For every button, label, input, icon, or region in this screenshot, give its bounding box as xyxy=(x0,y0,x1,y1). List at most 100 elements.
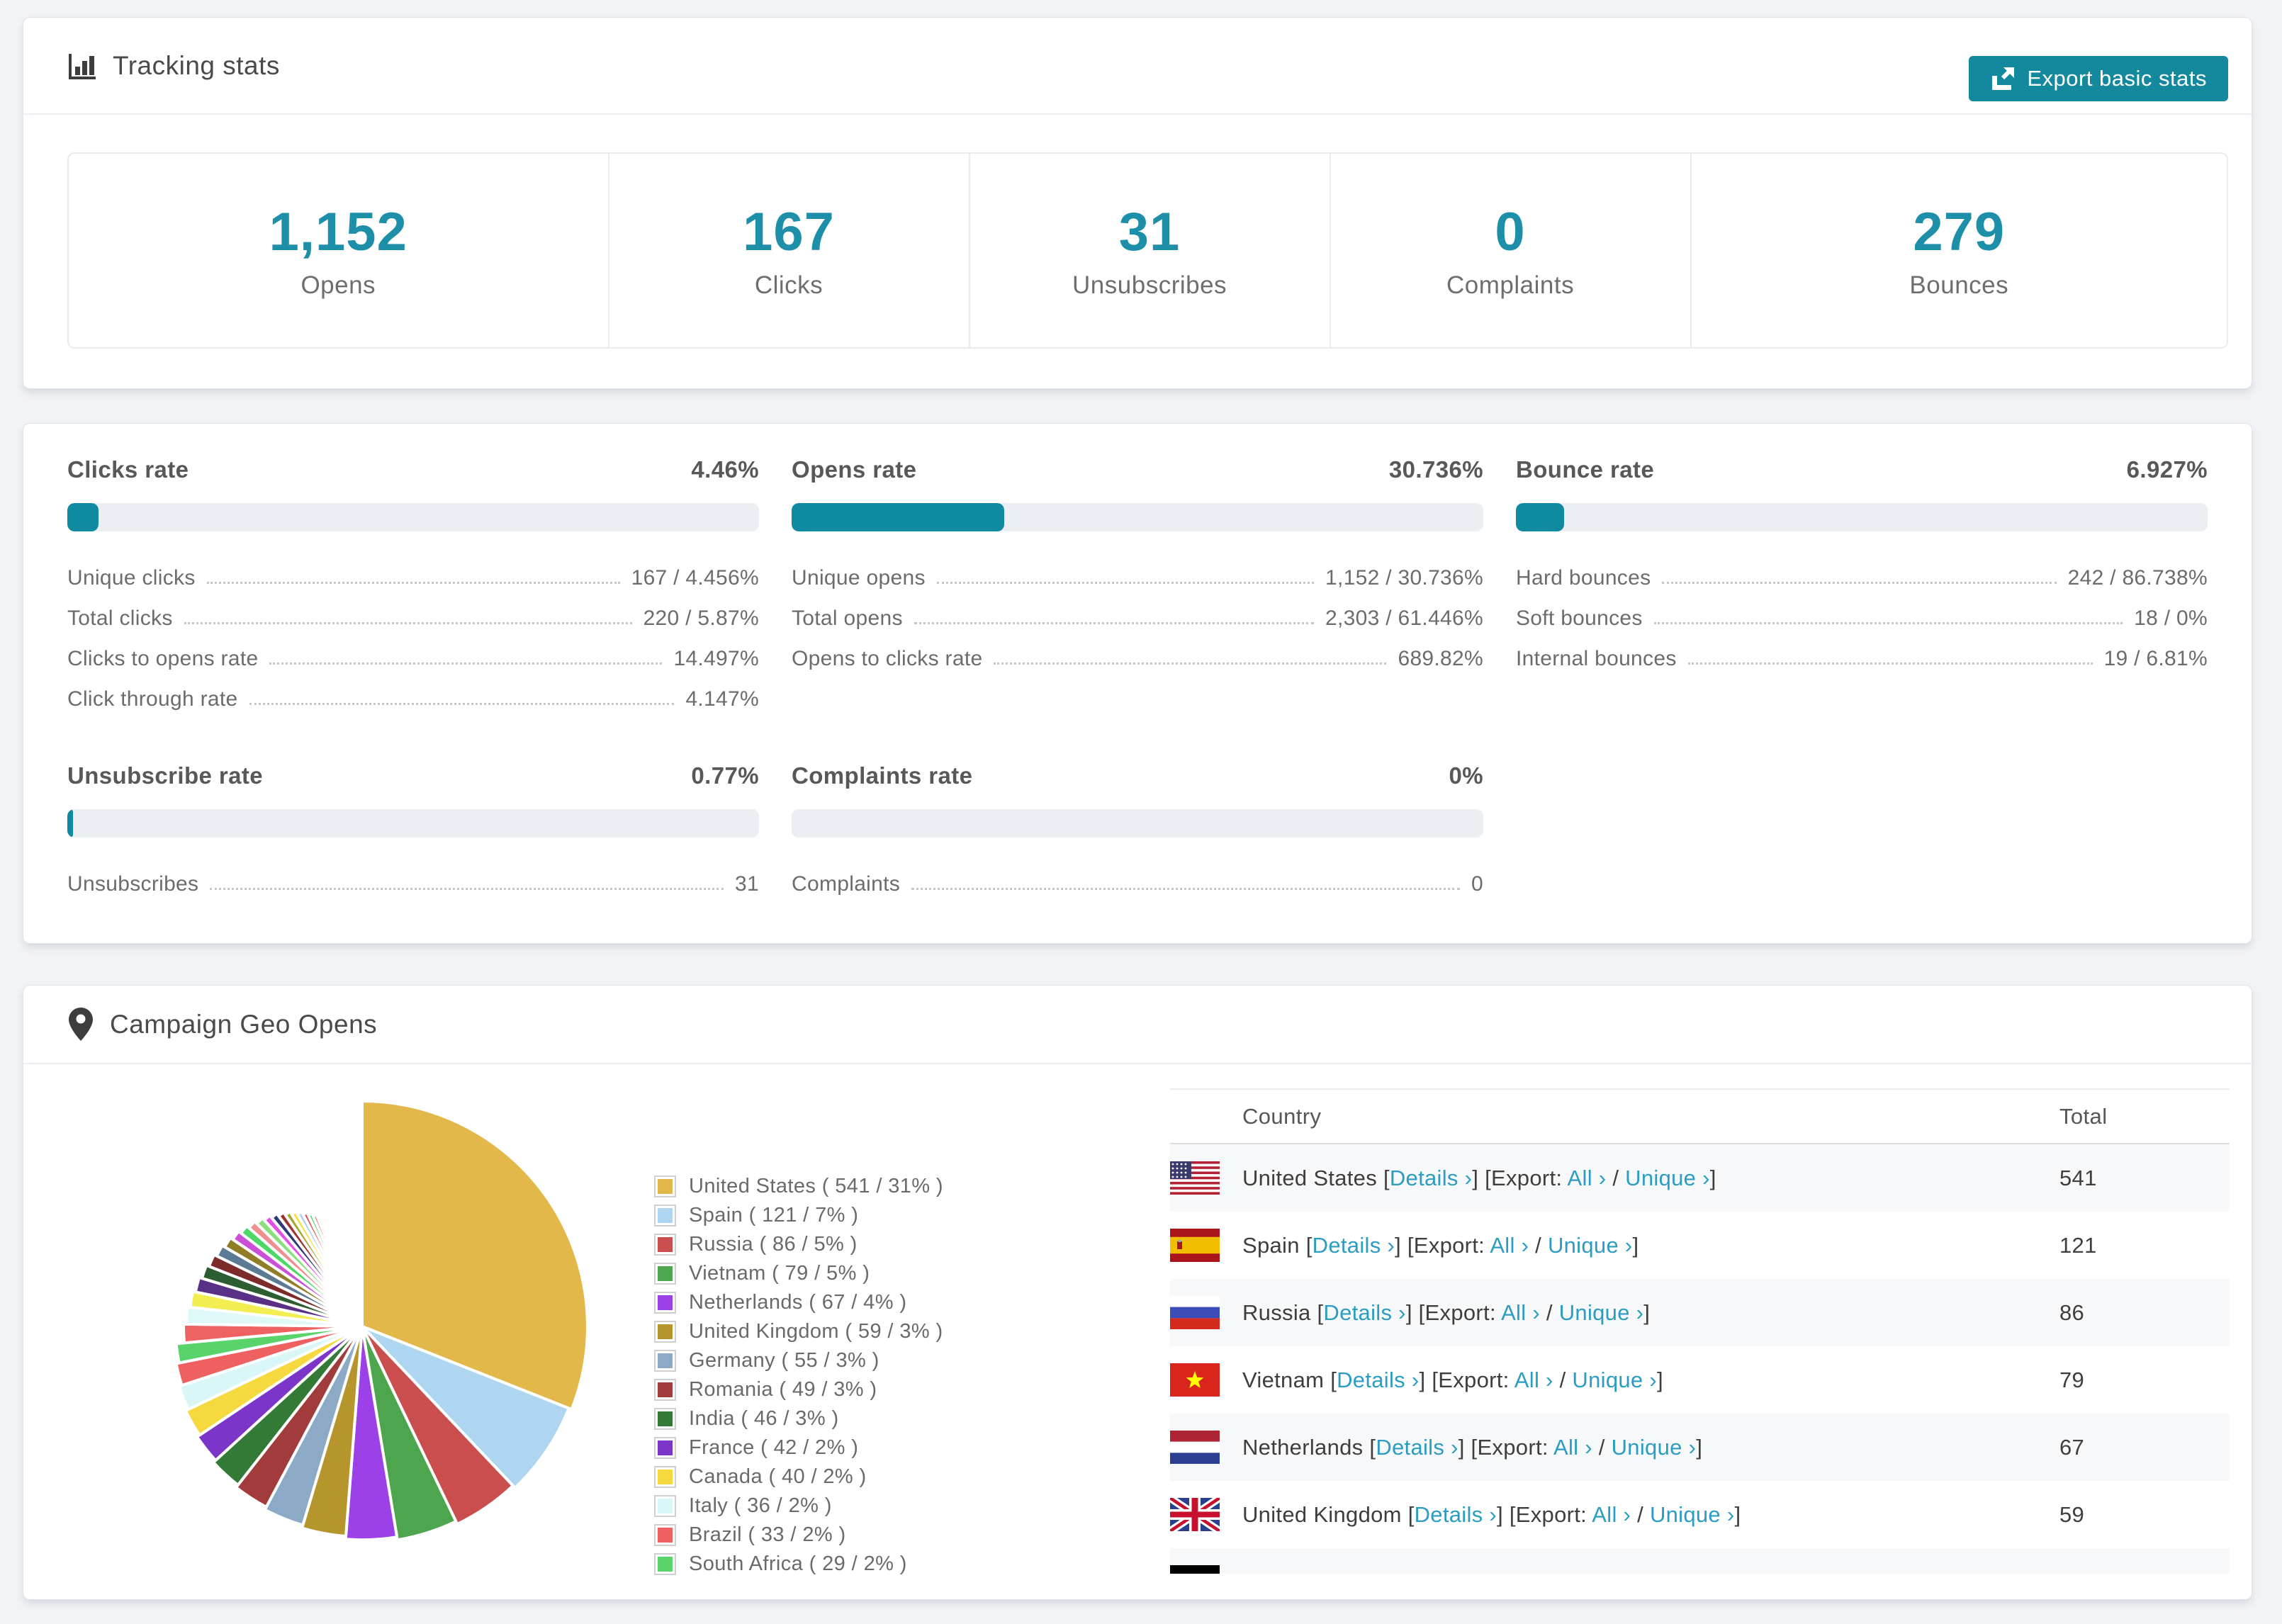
campaign-geo-opens-card: Campaign Geo Opens United States ( 541 /… xyxy=(23,985,2252,1600)
export-text: [Export: xyxy=(1407,1232,1490,1258)
legend-swatch xyxy=(654,1263,676,1285)
legend-label: South Africa ( 29 / 2% ) xyxy=(689,1552,907,1575)
geo-table-rows: United States [Details ›] [Export: All ›… xyxy=(1170,1144,2230,1574)
table-row-ru: Russia [Details ›] [Export: All › / Uniq… xyxy=(1170,1279,2230,1346)
rate-block: Opens rate 30.736% Unique opens 1,152 / 30.… xyxy=(792,456,1483,711)
details-link[interactable]: Details › xyxy=(1376,1435,1458,1460)
stat-value: 14.497% xyxy=(673,647,759,670)
stat-row: Unique opens 1,152 / 30.736% xyxy=(792,550,1483,590)
bracket: ] xyxy=(1643,1299,1651,1325)
legend-label: France ( 42 / 2% ) xyxy=(689,1436,859,1459)
details-link[interactable]: Details › xyxy=(1323,1300,1405,1325)
export-all-link[interactable]: All › xyxy=(1501,1300,1540,1325)
country-cell: Germany [Details ›] [Export: All › / Uni… xyxy=(1242,1569,2059,1574)
legend-swatch xyxy=(654,1234,676,1256)
table-row-vn: Vietnam [Details ›] [Export: All › / Uni… xyxy=(1170,1346,2230,1414)
stat-label: Soft bounces xyxy=(1516,607,1643,630)
export-unique-link[interactable]: Unique › xyxy=(1650,1502,1735,1527)
summary-label: Clicks xyxy=(754,271,824,299)
stat-row: Unique clicks 167 / 4.456% xyxy=(67,550,759,590)
dotted-leader xyxy=(184,622,632,624)
legend-swatch xyxy=(654,1175,676,1197)
export-unique-link[interactable]: Unique › xyxy=(1625,1166,1710,1190)
legend-item: India ( 46 / 3% ) xyxy=(654,1404,943,1433)
rate-progress-fill xyxy=(67,503,99,531)
export-unique-link[interactable]: Unique › xyxy=(1559,1300,1644,1325)
export-text: [Export: xyxy=(1418,1299,1502,1325)
export-text: [Export: xyxy=(1432,1367,1514,1392)
legend-item: Russia ( 86 / 5% ) xyxy=(654,1230,943,1259)
dotted-leader xyxy=(249,703,675,705)
tracking-stats-header: Tracking stats xyxy=(23,18,2252,115)
bracket: ] xyxy=(1405,1299,1419,1325)
legend-label: Germany ( 55 / 3% ) xyxy=(689,1349,879,1372)
stat-label: Hard bounces xyxy=(1516,566,1651,590)
rates-grid-top: Clicks rate 4.46% Unique clicks 167 / 4.456… xyxy=(67,456,2208,711)
tracking-stats-title: Tracking stats xyxy=(113,50,280,80)
export-basic-stats-button[interactable]: Export basic stats xyxy=(1969,56,2228,101)
total-value: 55 xyxy=(2059,1569,2230,1574)
legend-item: Spain ( 121 / 7% ) xyxy=(654,1201,943,1230)
summary-label: Unsubscribes xyxy=(1072,271,1227,299)
rate-progress-bar xyxy=(792,809,1483,838)
total-column-header: Total xyxy=(2059,1103,2108,1129)
rate-head: Bounce rate 6.927% xyxy=(1516,456,2208,483)
stat-row: Hard bounces 242 / 86.738% xyxy=(1516,550,2208,590)
country-cell: Russia [Details ›] [Export: All › / Uniq… xyxy=(1242,1300,2059,1326)
bracket: ] xyxy=(1632,1232,1639,1258)
details-link[interactable]: Details › xyxy=(1347,1569,1429,1574)
details-link[interactable]: Details › xyxy=(1337,1368,1419,1392)
bracket: ] xyxy=(1419,1367,1432,1392)
rate-block: Complaints rate 0% Complaints 0 xyxy=(792,762,1483,896)
total-value: 79 xyxy=(2059,1367,2085,1392)
export-all-link[interactable]: All › xyxy=(1553,1435,1592,1460)
geo-body: United States ( 541 / 31% ) Spain ( 121 /… xyxy=(23,1064,2252,1599)
stat-value: 18 / 0% xyxy=(2134,607,2208,630)
rate-progress-bar xyxy=(67,809,759,838)
bracket: [ xyxy=(1383,1165,1390,1190)
export-unique-link[interactable]: Unique › xyxy=(1572,1368,1657,1392)
divider: / xyxy=(1631,1501,1650,1527)
country-name: United Kingdom xyxy=(1242,1501,1402,1527)
rate-progress-bar xyxy=(67,503,759,531)
details-link[interactable]: Details › xyxy=(1390,1166,1472,1190)
rate-rows: Unique clicks 167 / 4.456% Total clicks 220… xyxy=(67,550,759,711)
stat-label: Unique opens xyxy=(792,566,926,590)
stat-label: Click through rate xyxy=(67,687,238,711)
export-unique-link[interactable]: Unique › xyxy=(1548,1233,1633,1258)
rate-progress-bar xyxy=(1516,503,2208,531)
legend-item: Netherlands ( 67 / 4% ) xyxy=(654,1288,943,1317)
details-link[interactable]: Details › xyxy=(1415,1502,1497,1527)
rate-head: Clicks rate 4.46% xyxy=(67,456,759,483)
export-all-link[interactable]: All › xyxy=(1490,1233,1529,1258)
details-link[interactable]: Details › xyxy=(1313,1233,1395,1258)
tracking-stats-card: Tracking stats Export basic stats 1,152 O… xyxy=(23,17,2252,389)
export-all-link[interactable]: All › xyxy=(1524,1569,1563,1574)
export-all-link[interactable]: All › xyxy=(1592,1502,1631,1527)
rate-title: Clicks rate xyxy=(67,456,189,483)
legend-swatch xyxy=(654,1379,676,1401)
export-unique-link[interactable]: Unique › xyxy=(1583,1569,1668,1574)
total-value: 59 xyxy=(2059,1501,2085,1527)
total-value: 121 xyxy=(2059,1232,2097,1258)
stat-row: Clicks to opens rate 14.497% xyxy=(67,631,759,671)
bracket: [ xyxy=(1369,1434,1376,1460)
divider: / xyxy=(1539,1299,1559,1325)
legend-swatch xyxy=(654,1553,676,1575)
legend-label: India ( 46 / 3% ) xyxy=(689,1407,839,1430)
export-all-link[interactable]: All › xyxy=(1514,1368,1553,1392)
export-all-link[interactable]: All › xyxy=(1568,1166,1607,1190)
legend-item: Italy ( 36 / 2% ) xyxy=(654,1492,943,1521)
legend-label: United Kingdom ( 59 / 3% ) xyxy=(689,1320,943,1343)
stat-label: Total opens xyxy=(792,607,903,630)
stat-value: 242 / 86.738% xyxy=(2067,566,2208,590)
geo-header: Campaign Geo Opens xyxy=(23,986,2252,1064)
legend-swatch xyxy=(654,1205,676,1227)
summary-value: 167 xyxy=(743,202,835,262)
total-value: 86 xyxy=(2059,1299,2085,1325)
divider: / xyxy=(1606,1165,1626,1190)
es-flag-icon xyxy=(1170,1229,1220,1262)
export-unique-link[interactable]: Unique › xyxy=(1612,1435,1697,1460)
stat-row: Opens to clicks rate 689.82% xyxy=(792,631,1483,671)
legend-swatch xyxy=(654,1437,676,1459)
